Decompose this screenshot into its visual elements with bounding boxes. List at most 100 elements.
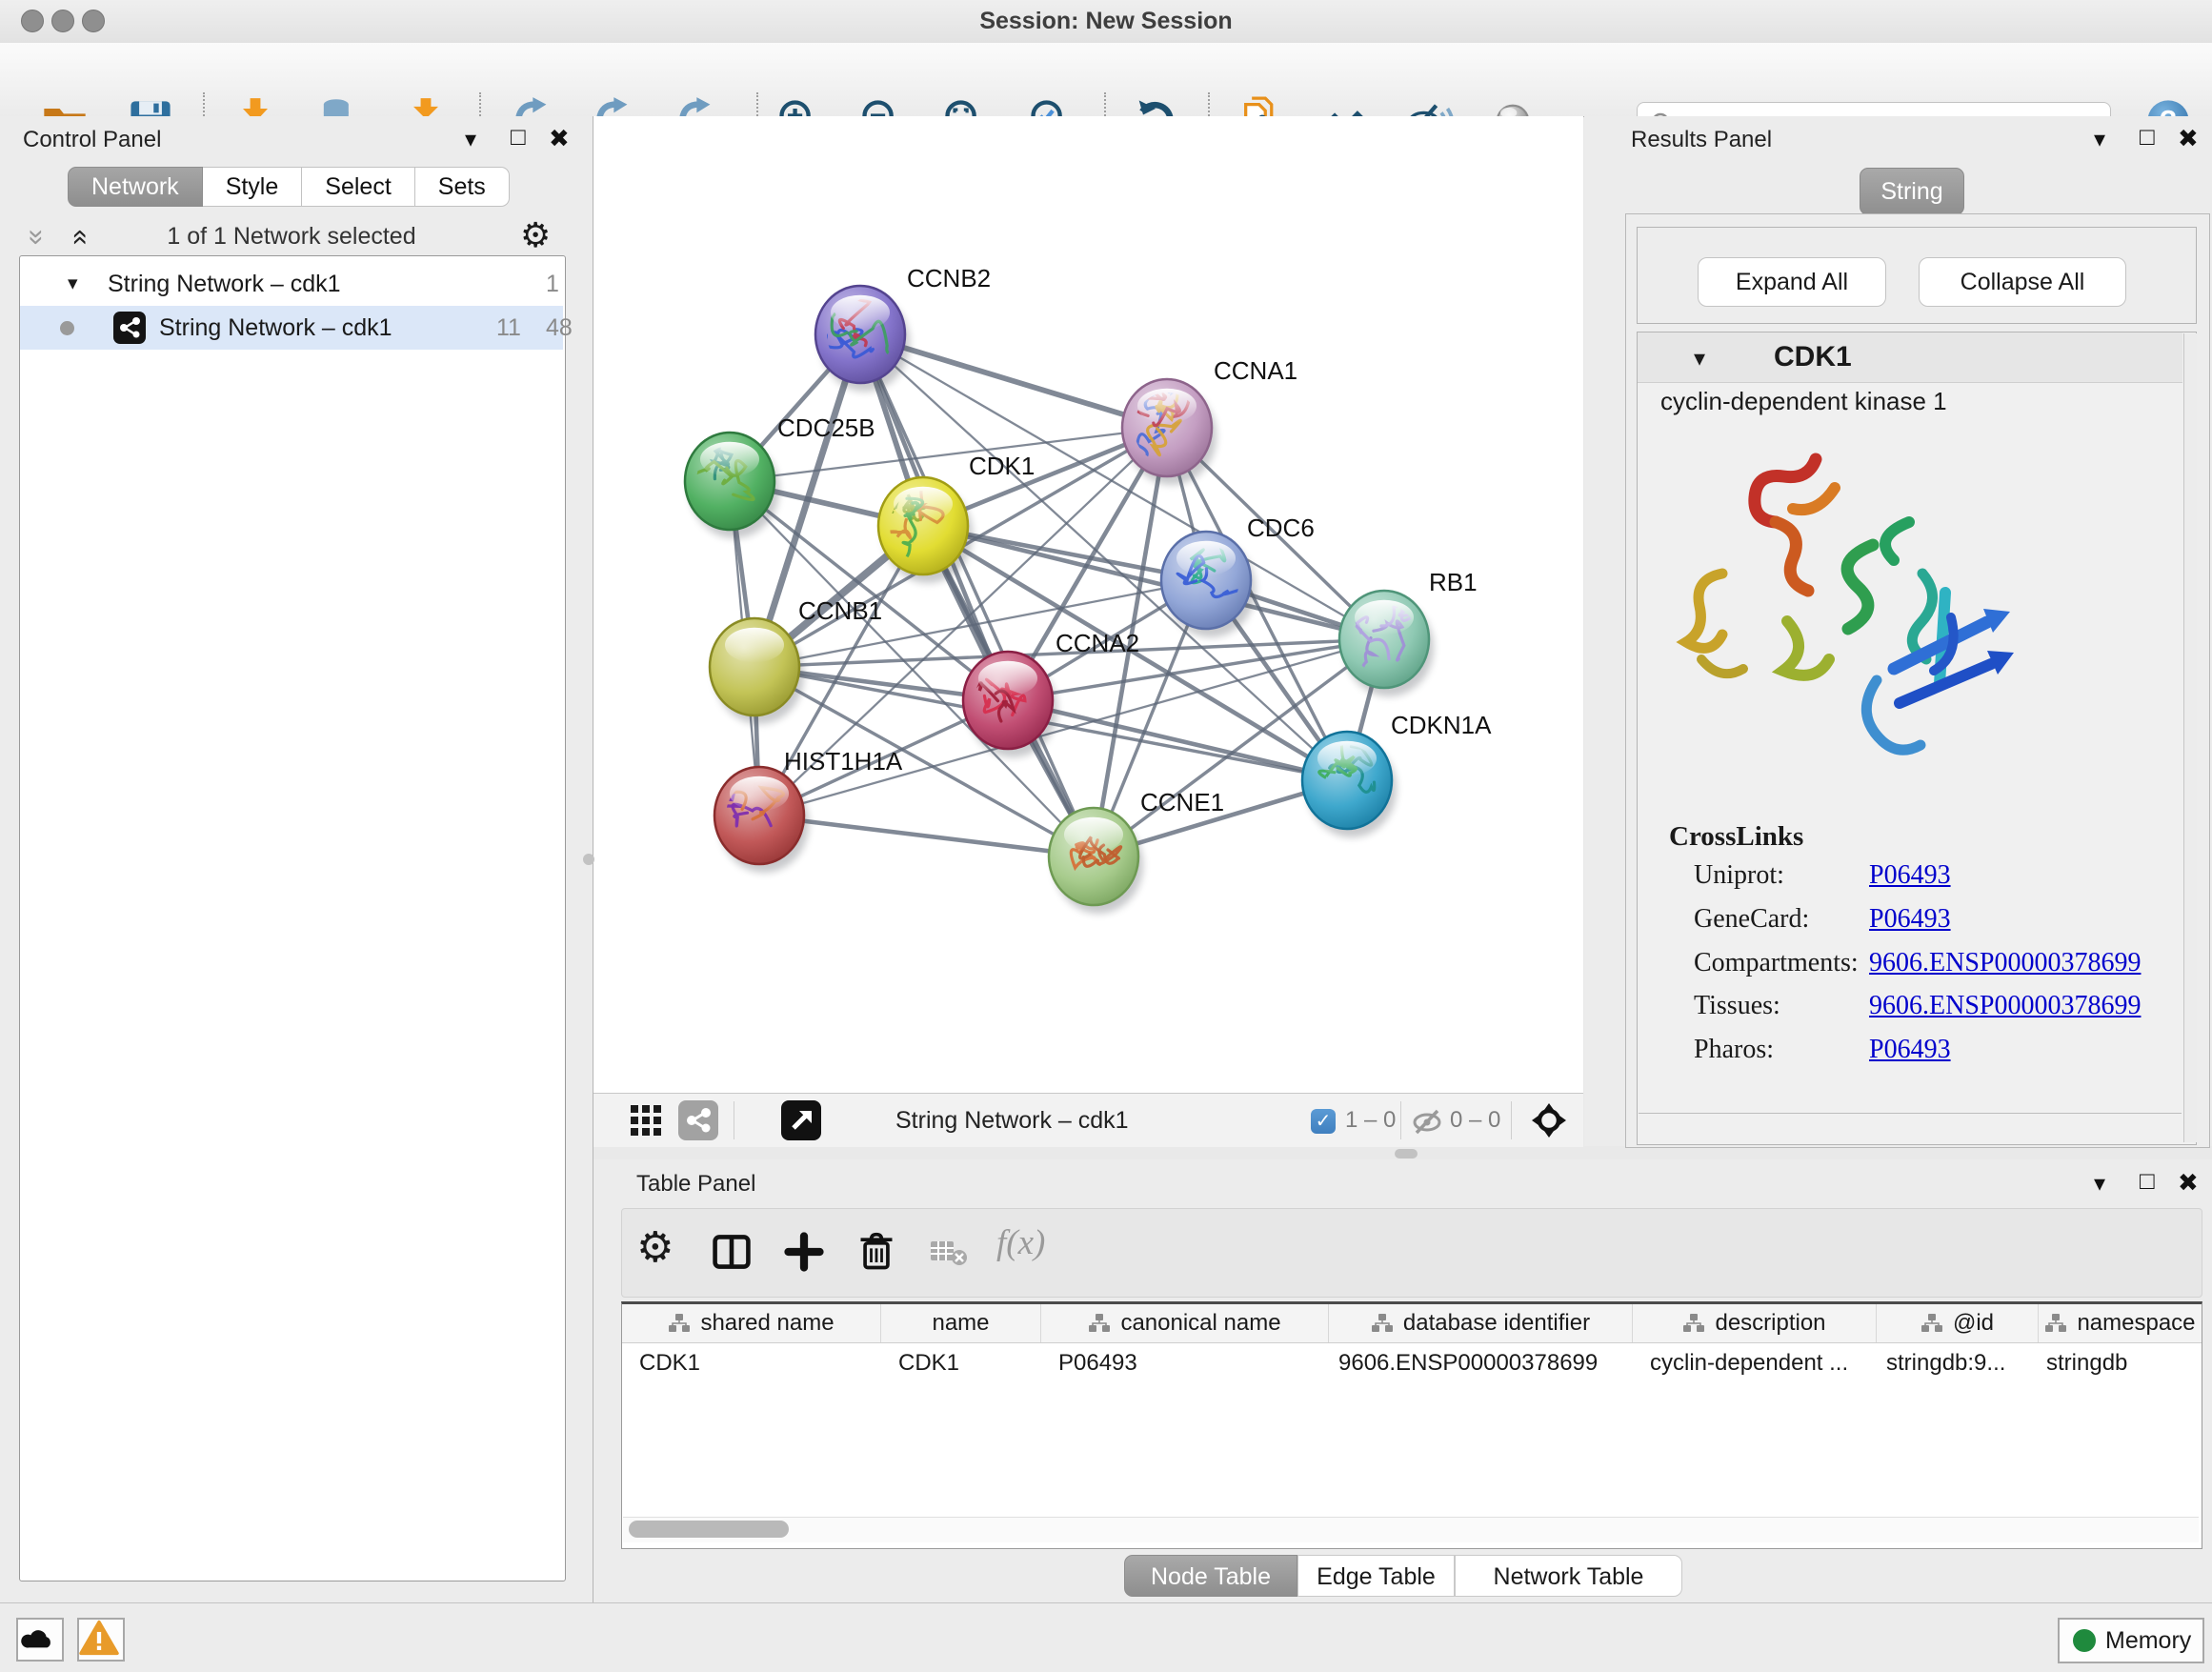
network-node-count: 11	[496, 306, 521, 350]
network-edge	[1008, 700, 1347, 780]
crosslink-label: Pharos:	[1694, 1035, 1774, 1065]
memory-button[interactable]: Memory	[2058, 1618, 2204, 1663]
node-label-HIST1H1A: HIST1H1A	[784, 747, 903, 776]
expand-all-networks-icon[interactable]: »	[62, 230, 94, 246]
panel-close-icon[interactable]: ✖	[2178, 1170, 2199, 1195]
column-header[interactable]: shared name	[622, 1304, 881, 1342]
table-hscrollbar-thumb[interactable]	[629, 1521, 789, 1538]
network-node-CDK1[interactable]	[878, 477, 973, 583]
cell-name: CDK1	[881, 1343, 1041, 1383]
tab-string[interactable]: String	[1860, 168, 1964, 215]
network-label: String Network – cdk1	[159, 306, 392, 350]
panel-collapse-icon[interactable]: ▾	[465, 128, 476, 152]
column-header[interactable]: namespace	[2039, 1304, 2202, 1342]
table-panel-title: Table Panel	[636, 1171, 755, 1198]
panel-float-icon[interactable]: □	[511, 124, 526, 149]
node-label-CDC25B: CDC25B	[777, 413, 875, 442]
tab-sets[interactable]: Sets	[415, 167, 510, 207]
protein-structure-image	[1673, 431, 2025, 774]
share-view-icon[interactable]	[678, 1100, 718, 1140]
function-builder-icon[interactable]: f(x)	[996, 1222, 1045, 1263]
memory-label: Memory	[2105, 1620, 2191, 1662]
birdseye-crosshair-icon[interactable]	[1530, 1101, 1568, 1144]
crosslink-genecard-link[interactable]: P06493	[1869, 904, 1951, 935]
column-header[interactable]: @id	[1877, 1304, 2039, 1342]
table-hscrollbar-track[interactable]	[623, 1517, 2199, 1542]
crosslink-uniprot-link[interactable]: P06493	[1869, 860, 1951, 891]
network-node-RB1[interactable]	[1339, 591, 1434, 696]
collection-expand-icon[interactable]: ▾	[68, 262, 78, 306]
selected-checkbox-icon[interactable]: ✓	[1311, 1109, 1336, 1134]
gene-panel-header[interactable]	[1638, 332, 2182, 383]
gene-description: cyclin-dependent kinase 1	[1660, 387, 1947, 416]
collection-label: String Network – cdk1	[108, 262, 341, 306]
tab-network-table[interactable]: Network Table	[1455, 1555, 1682, 1597]
panel-float-icon[interactable]: □	[2140, 124, 2155, 149]
network-node-CCNA1[interactable]	[1122, 379, 1217, 485]
panel-collapse-icon[interactable]: ▾	[2094, 1172, 2105, 1197]
node-label-CDC6: CDC6	[1247, 514, 1315, 542]
tab-style[interactable]: Style	[203, 167, 303, 207]
network-node-CCNA2[interactable]	[958, 652, 1057, 757]
grid-mode-icon[interactable]	[629, 1103, 663, 1142]
toolbar-separator	[1400, 1101, 1401, 1139]
network-collection-row[interactable]: ▾ String Network – cdk1 1	[20, 262, 563, 306]
tab-network[interactable]: Network	[68, 167, 203, 207]
node-label-RB1: RB1	[1429, 568, 1478, 596]
node-label-CDKN1A: CDKN1A	[1391, 711, 1492, 739]
network-node-CDC25B[interactable]	[685, 433, 779, 538]
network-view-title: String Network – cdk1	[895, 1094, 1129, 1147]
panel-close-icon[interactable]: ✖	[2178, 126, 2199, 151]
crosslink-tissues-link[interactable]: 9606.ENSP00000378699	[1869, 991, 2141, 1021]
control-panel-tabs: Network Style Select Sets	[68, 167, 510, 207]
network-row-selected[interactable]: String Network – cdk1 11 48	[20, 306, 563, 350]
table-gear-icon[interactable]: ⚙	[636, 1223, 674, 1272]
node-label-CDK1: CDK1	[969, 452, 1035, 480]
bottom-splitter-handle[interactable]	[1395, 1149, 1418, 1158]
crosslink-compartments-link[interactable]: 9606.ENSP00000378699	[1869, 948, 2141, 978]
column-header[interactable]: name	[881, 1304, 1041, 1342]
column-header[interactable]: canonical name	[1041, 1304, 1329, 1342]
tab-select[interactable]: Select	[302, 167, 414, 207]
crosslink-label: Tissues:	[1694, 991, 1780, 1021]
network-node-CCNE1[interactable]	[1049, 808, 1143, 914]
node-label-CCNA2: CCNA2	[1056, 629, 1139, 657]
panel-float-icon[interactable]: □	[2140, 1168, 2155, 1193]
node-label-CCNE1: CCNE1	[1140, 788, 1224, 816]
crosslink-label: Compartments:	[1694, 948, 1859, 978]
tab-node-table[interactable]: Node Table	[1124, 1555, 1297, 1597]
network-options-gear-icon[interactable]: ⚙	[520, 215, 551, 255]
hidden-nodes-counter: 0 – 0	[1450, 1094, 1500, 1147]
add-column-icon[interactable]	[783, 1231, 825, 1278]
open-in-window-icon[interactable]	[781, 1100, 821, 1140]
tab-edge-table[interactable]: Edge Table	[1297, 1555, 1455, 1597]
toolbar-separator	[1511, 1101, 1512, 1139]
table-row[interactable]: CDK1 CDK1 P06493 9606.ENSP00000378699 cy…	[622, 1343, 2202, 1383]
hidden-eye-icon	[1411, 1105, 1443, 1142]
network-selection-status: 1 of 1 Network selected	[114, 223, 469, 251]
results-scrollbar[interactable]	[2183, 333, 2197, 1142]
delete-table-icon	[930, 1237, 968, 1274]
panel-close-icon[interactable]: ✖	[549, 126, 570, 151]
collapse-all-button[interactable]: Collapse All	[1919, 257, 2126, 307]
divider	[1639, 1113, 2182, 1114]
gene-expand-icon[interactable]: ▾	[1694, 345, 1705, 373]
expand-all-button[interactable]: Expand All	[1698, 257, 1886, 307]
column-header[interactable]: description	[1633, 1304, 1877, 1342]
warning-icon	[79, 1620, 119, 1656]
table-columns-icon[interactable]	[711, 1231, 753, 1278]
column-header[interactable]: database identifier	[1329, 1304, 1633, 1342]
crosslink-pharos-link[interactable]: P06493	[1869, 1035, 1951, 1065]
crosslink-label: GeneCard:	[1694, 904, 1809, 935]
network-node-CDKN1A[interactable]	[1302, 732, 1397, 837]
warnings-button[interactable]	[77, 1618, 125, 1662]
left-splitter-handle[interactable]	[583, 854, 594, 865]
network-node-CDC6[interactable]	[1161, 532, 1256, 637]
collapse-all-networks-icon[interactable]: »	[20, 230, 52, 246]
node-table: shared name name canonical name database…	[621, 1301, 2202, 1549]
current-network-dot	[60, 321, 74, 335]
network-edge	[759, 816, 1094, 856]
delete-column-icon[interactable]	[855, 1231, 897, 1278]
panel-collapse-icon[interactable]: ▾	[2094, 128, 2105, 152]
cloud-button[interactable]	[16, 1618, 64, 1662]
